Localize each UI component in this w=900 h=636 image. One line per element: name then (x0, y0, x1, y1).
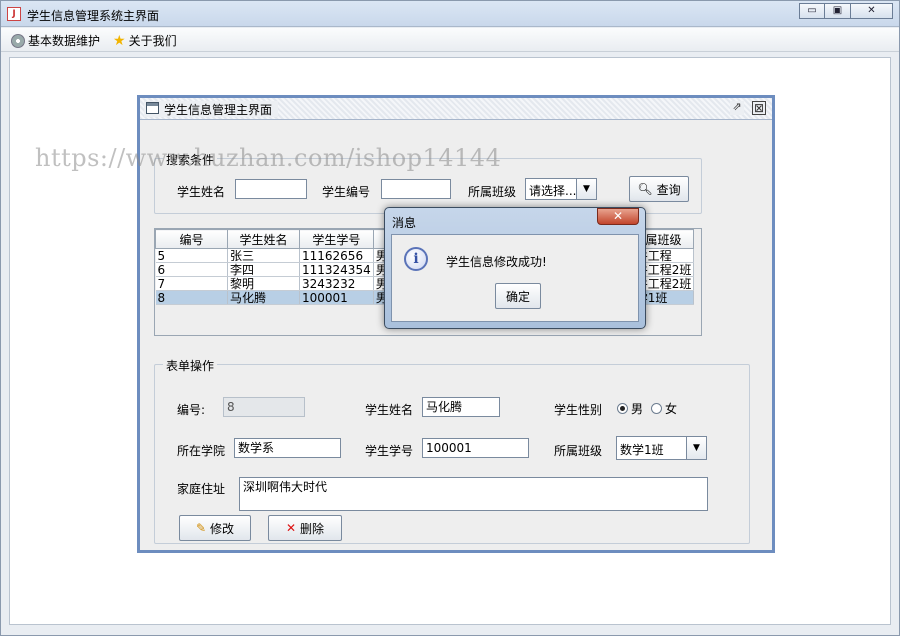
ok-button[interactable]: 确定 (495, 283, 541, 309)
form-name-label: 学生姓名 (365, 403, 414, 417)
pencil-icon: ✎ (195, 521, 207, 535)
internal-frame-title-area: 学生信息管理主界面 (144, 101, 279, 117)
window-icon (146, 102, 159, 114)
delete-x-icon: ✕ (285, 521, 297, 535)
search-class-label: 所属班级 (468, 185, 517, 199)
form-id-label: 编号: (177, 403, 206, 417)
form-class-value: 数学1班 (620, 443, 664, 457)
star-icon: ★ (113, 32, 126, 49)
form-class-label: 所属班级 (554, 444, 603, 458)
chevron-down-icon[interactable]: ▼ (576, 179, 596, 199)
radio-unselected-icon (651, 403, 662, 414)
table-cell: 张三 (227, 248, 300, 263)
column-header[interactable]: 学生姓名 (227, 229, 300, 249)
form-group-title: 表单操作 (163, 357, 218, 374)
form-college-input[interactable]: 数学系 (234, 438, 341, 458)
edit-button[interactable]: ✎ 修改 (179, 515, 251, 541)
message-dialog: 消息 ✕ i 学生信息修改成功! 确定 (384, 207, 646, 329)
gender-female-label: 女 (665, 402, 678, 416)
table-cell: 3243232 (299, 276, 374, 291)
form-name-input[interactable]: 马化腾 (422, 397, 500, 417)
form-gender-label: 学生性别 (554, 403, 603, 417)
dialog-title: 消息 (392, 216, 417, 230)
gear-icon (11, 33, 25, 48)
search-id-input[interactable] (381, 179, 451, 199)
internal-close-button[interactable]: ⊠ (752, 101, 766, 115)
info-icon: i (404, 247, 428, 271)
table-cell: 6 (155, 262, 228, 277)
radio-selected-icon (617, 403, 628, 414)
table-cell: 黎明 (227, 276, 300, 291)
table-cell: 111324354 (299, 262, 374, 277)
form-id-field: 8 (223, 397, 305, 417)
menu-basic-data-label: 基本数据维护 (28, 34, 101, 48)
watermark-text: https://www.huzhan.com/ishop14144 (35, 144, 502, 172)
table-cell: 李四 (227, 262, 300, 277)
window-controls: ▭ ▣ ✕ (799, 3, 893, 21)
title-bar[interactable]: J 学生信息管理系统主界面 ▭ ▣ ✕ (1, 1, 899, 27)
edit-button-label: 修改 (210, 521, 235, 536)
form-number-input[interactable]: 100001 (422, 438, 529, 458)
restore-button[interactable]: ⇗ (730, 101, 744, 115)
main-window: J 学生信息管理系统主界面 ▭ ▣ ✕ 基本数据维护 ★ 关于我们 学生信息管理… (0, 0, 900, 636)
table-cell: 7 (155, 276, 228, 291)
table-cell: 100001 (299, 290, 374, 305)
query-button[interactable]: 🔍︎ 查询 (629, 176, 689, 202)
query-button-label: 查询 (656, 182, 681, 197)
internal-frame-title-bar[interactable]: 学生信息管理主界面 ⇗ ⊠ (140, 98, 772, 120)
search-icon: 🔍︎ (637, 182, 653, 196)
gender-male-radio[interactable]: 男 (617, 400, 643, 417)
menu-about-us[interactable]: ★ 关于我们 (113, 32, 177, 49)
window-title: 学生信息管理系统主界面 (27, 9, 160, 23)
table-cell: 8 (155, 290, 228, 305)
form-address-input[interactable]: 深圳啊伟大时代 (239, 477, 708, 511)
dialog-close-button[interactable]: ✕ (597, 208, 639, 225)
search-name-input[interactable] (235, 179, 307, 199)
gender-male-label: 男 (631, 402, 644, 416)
column-header[interactable]: 编号 (155, 229, 228, 249)
search-class-select[interactable]: 请选择... ▼ (525, 178, 597, 200)
table-cell: 马化腾 (227, 290, 300, 305)
internal-frame-title: 学生信息管理主界面 (164, 103, 273, 117)
dialog-message: 学生信息修改成功! (446, 255, 547, 269)
minimize-button[interactable]: ▭ (799, 3, 825, 19)
delete-button[interactable]: ✕ 删除 (268, 515, 342, 541)
close-button[interactable]: ✕ (851, 3, 893, 19)
form-college-label: 所在学院 (177, 444, 226, 458)
form-class-select[interactable]: 数学1班 ▼ (616, 436, 707, 460)
java-app-icon: J (7, 7, 21, 21)
form-number-label: 学生学号 (365, 444, 414, 458)
search-class-value: 请选择... (529, 184, 577, 198)
delete-button-label: 删除 (300, 521, 325, 536)
dialog-body: i 学生信息修改成功! 确定 (391, 234, 639, 322)
search-name-label: 学生姓名 (177, 185, 226, 199)
table-cell: 5 (155, 248, 228, 263)
menu-basic-data[interactable]: 基本数据维护 (11, 32, 100, 49)
form-address-label: 家庭住址 (177, 482, 226, 496)
menu-about-us-label: 关于我们 (128, 34, 177, 48)
gender-female-radio[interactable]: 女 (651, 400, 677, 417)
form-group: 表单操作 编号: 8 学生姓名 马化腾 学生性别 男 女 所在学院 数学系 学生… (154, 357, 750, 544)
menu-bar: 基本数据维护 ★ 关于我们 (1, 28, 899, 52)
chevron-down-icon[interactable]: ▼ (686, 437, 706, 459)
table-cell: 11162656 (299, 248, 374, 263)
maximize-button[interactable]: ▣ (825, 3, 851, 19)
column-header[interactable]: 学生学号 (299, 229, 374, 249)
search-id-label: 学生编号 (322, 185, 371, 199)
